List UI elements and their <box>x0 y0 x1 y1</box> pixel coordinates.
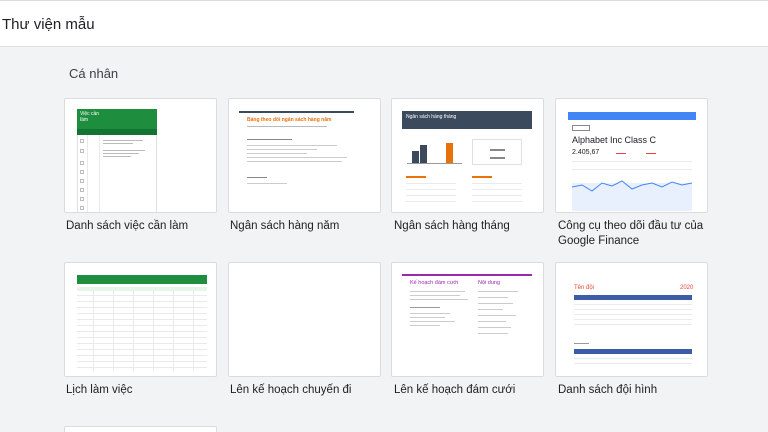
header-bar: Thư viện mẫu <box>0 0 768 47</box>
thumb-col-header <box>77 129 157 135</box>
template-label-schedule[interactable]: Lịch làm việc <box>66 383 226 398</box>
template-card-next-row[interactable] <box>64 426 217 432</box>
template-label-monthly-budget[interactable]: Ngân sách hàng tháng <box>394 219 554 234</box>
template-label-todo[interactable]: Danh sách việc cần làm <box>66 219 226 234</box>
section-title: Cá nhân <box>69 66 119 81</box>
template-card-team-roster[interactable]: Tên đội 2020 <box>555 262 708 377</box>
template-label-trip-planner[interactable]: Lên kế hoạch chuyến đi <box>230 383 390 398</box>
template-card-schedule[interactable] <box>64 262 217 377</box>
thumb-title: Việc cần làm <box>80 111 100 123</box>
template-card-annual-budget[interactable]: Bảng theo dõi ngân sách hàng năm <box>228 98 381 213</box>
template-card-trip-planner[interactable] <box>228 262 381 377</box>
thumb-title: Tên đội <box>574 285 595 291</box>
template-card-google-finance[interactable]: Alphabet Inc Class C 2.405,67 <box>555 98 708 213</box>
thumb-value: 2.405,67 <box>572 149 600 156</box>
thumb-title: Kế hoạch đám cưới <box>410 280 459 286</box>
thumb-title: Ngân sách hàng tháng <box>406 114 457 120</box>
template-card-wedding[interactable]: Kế hoạch đám cưới Nội dung <box>391 262 544 377</box>
thumb-chart <box>572 180 692 211</box>
thumb-title: Alphabet Inc Class C <box>572 135 657 145</box>
template-card-monthly-budget[interactable]: Ngân sách hàng tháng <box>391 98 544 213</box>
thumb-subtitle: Nội dung <box>478 280 501 286</box>
template-label-team-roster[interactable]: Danh sách đội hình <box>558 383 718 398</box>
template-label-google-finance[interactable]: Công cụ theo dõi đầu tư của Google Finan… <box>558 219 718 249</box>
thumb-title: Bảng theo dõi ngân sách hàng năm <box>247 117 332 123</box>
template-label-wedding[interactable]: Lên kế hoạch đám cưới <box>394 383 554 398</box>
template-label-annual-budget[interactable]: Ngân sách hàng năm <box>230 219 390 234</box>
template-card-todo[interactable]: Việc cần làm <box>64 98 217 213</box>
page-title: Thư viện mẫu <box>2 16 95 33</box>
thumb-year: 2020 <box>680 285 694 291</box>
